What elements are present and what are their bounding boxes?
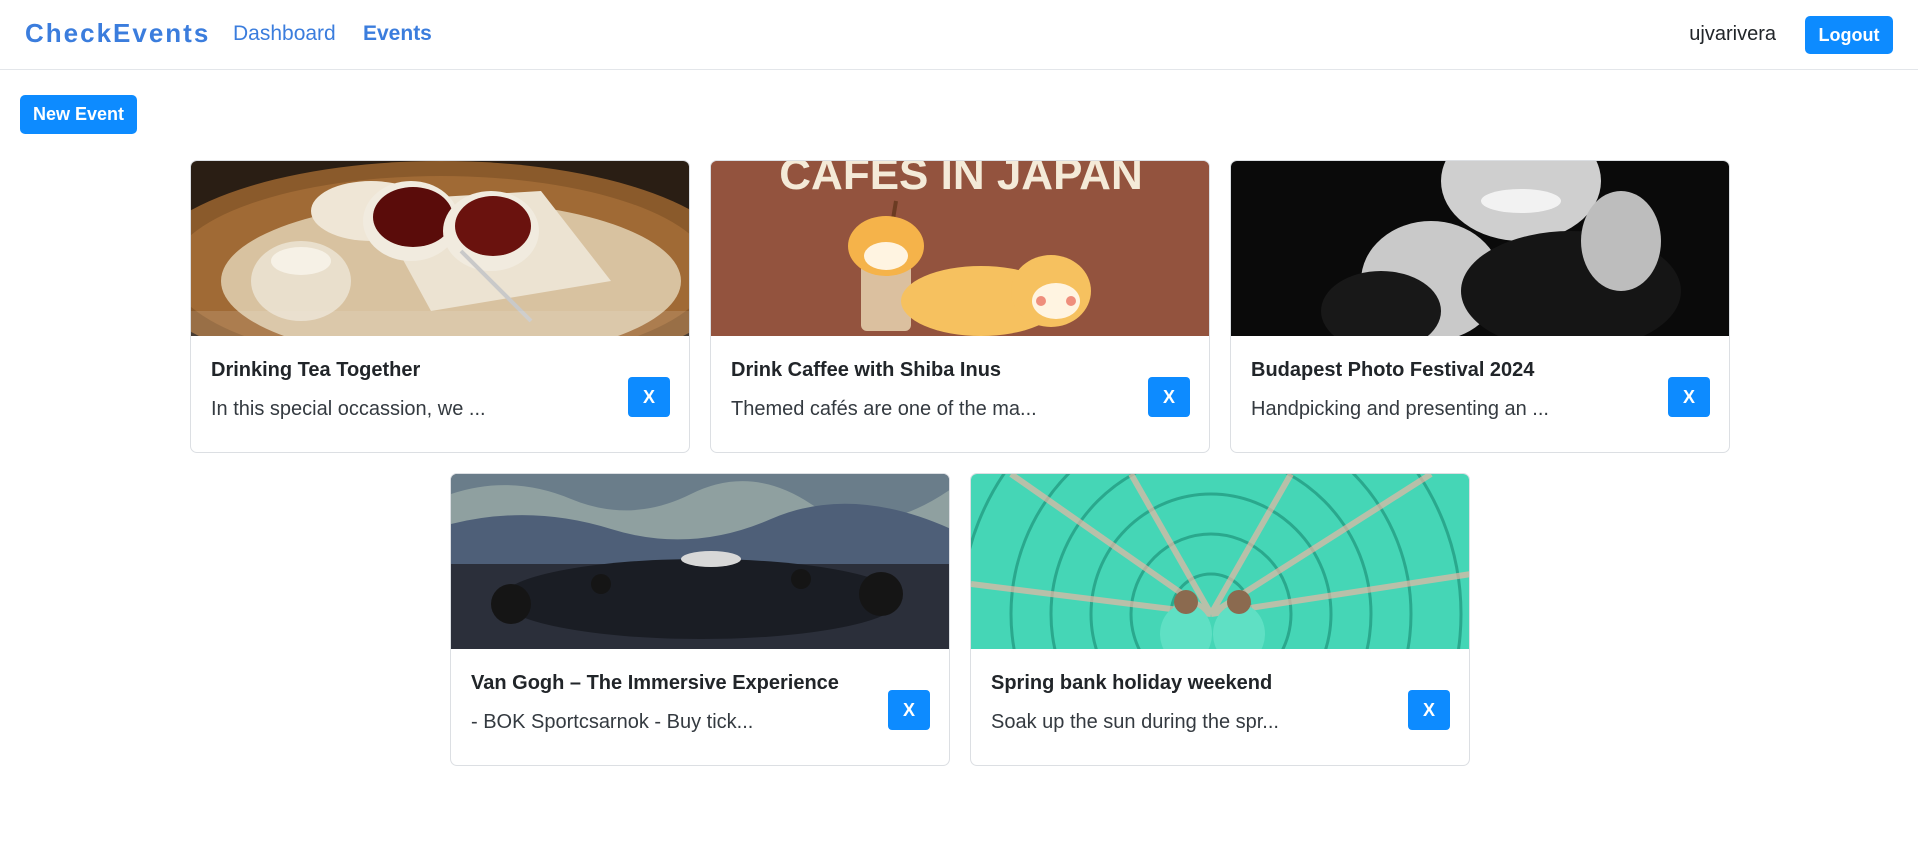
event-excerpt: Themed cafés are one of the ma... — [731, 398, 1037, 420]
event-card[interactable]: Budapest Photo Festival 2024 Handpicking… — [1230, 160, 1730, 453]
event-excerpt: Soak up the sun during the spr... — [991, 711, 1279, 733]
delete-event-button[interactable]: X — [1668, 377, 1710, 417]
nav-link-dashboard[interactable]: Dashboard — [233, 22, 336, 46]
event-image-tea — [191, 161, 689, 336]
event-excerpt: In this special occassion, we ... — [211, 398, 486, 420]
event-title: Spring bank holiday weekend — [991, 672, 1273, 694]
event-image-shiba: CAFES IN JAPAN — [711, 161, 1209, 336]
top-navbar: CheckEvents Dashboard Events ujvarivera … — [0, 0, 1918, 70]
event-excerpt: - BOK Sportcsarnok - Buy tick... — [471, 711, 754, 733]
event-card[interactable]: CAFES IN JAPAN Drink Caffee with Shiba I… — [710, 160, 1210, 453]
event-card[interactable]: Spring bank holiday weekend Soak up the … — [970, 473, 1470, 766]
logout-button[interactable]: Logout — [1805, 16, 1893, 54]
username-label: ujvarivera — [1689, 23, 1776, 45]
event-card[interactable]: Van Gogh – The Immersive Experience - BO… — [450, 473, 950, 766]
image-caption: CAFES IN JAPAN — [779, 161, 1142, 199]
delete-event-button[interactable]: X — [888, 690, 930, 730]
brand-logo[interactable]: CheckEvents — [25, 18, 210, 49]
event-title: Drink Caffee with Shiba Inus — [731, 359, 1002, 381]
nav-link-events[interactable]: Events — [363, 22, 432, 46]
delete-event-button[interactable]: X — [628, 377, 670, 417]
delete-event-button[interactable]: X — [1408, 690, 1450, 730]
event-image-photo-festival — [1231, 161, 1729, 336]
event-image-spring — [971, 474, 1469, 649]
new-event-button[interactable]: New Event — [20, 95, 137, 134]
event-excerpt: Handpicking and presenting an ... — [1251, 398, 1549, 420]
delete-event-button[interactable]: X — [1148, 377, 1190, 417]
event-title: Drinking Tea Together — [211, 359, 421, 381]
event-title: Van Gogh – The Immersive Experience — [471, 672, 839, 694]
event-image-van-gogh — [451, 474, 949, 649]
event-card[interactable]: Drinking Tea Together In this special oc… — [190, 160, 690, 453]
event-title: Budapest Photo Festival 2024 — [1251, 359, 1535, 381]
